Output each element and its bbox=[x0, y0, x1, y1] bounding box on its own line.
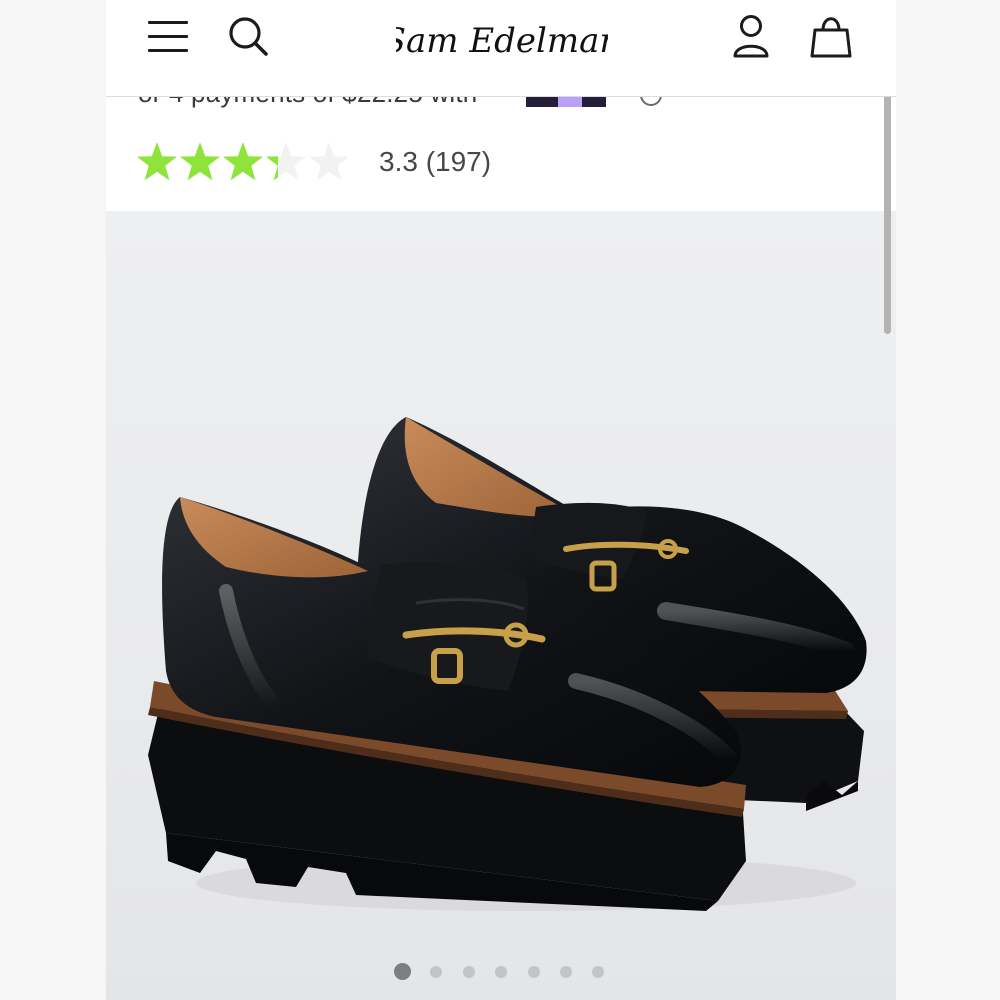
product-page: or 4 payments of $22.25 with Sam Edelman bbox=[106, 0, 896, 1000]
rating-summary: 3.3 (197) bbox=[379, 146, 492, 177]
search-icon[interactable] bbox=[226, 14, 272, 60]
star-icon-empty bbox=[309, 142, 349, 181]
gallery-dot-6[interactable] bbox=[560, 966, 572, 978]
right-margin bbox=[896, 0, 1000, 1000]
gallery-dot-4[interactable] bbox=[495, 966, 507, 978]
product-image bbox=[148, 417, 867, 911]
site-header: Sam Edelman bbox=[106, 0, 896, 97]
product-image-gallery[interactable] bbox=[106, 211, 896, 1000]
gallery-dot-2[interactable] bbox=[430, 966, 442, 978]
star-icon-partial bbox=[266, 142, 306, 181]
brand-name: Sam Edelman bbox=[396, 21, 608, 61]
account-icon[interactable] bbox=[726, 12, 776, 60]
gallery-pagination bbox=[394, 963, 614, 983]
shopping-bag-icon[interactable] bbox=[806, 12, 856, 60]
star-icon-full bbox=[137, 142, 177, 181]
gallery-dot-3[interactable] bbox=[463, 966, 475, 978]
product-rating[interactable]: 3.3 (197) bbox=[136, 140, 556, 184]
brand-logo[interactable]: Sam Edelman bbox=[383, 6, 622, 72]
star-icon-full bbox=[223, 142, 263, 181]
star-icon-full bbox=[180, 142, 220, 181]
gallery-dot-7[interactable] bbox=[592, 966, 604, 978]
gallery-dot-5[interactable] bbox=[528, 966, 540, 978]
gallery-dot-1[interactable] bbox=[394, 963, 411, 980]
hamburger-menu-icon[interactable] bbox=[146, 16, 190, 56]
left-margin bbox=[0, 0, 106, 1000]
star-rating bbox=[137, 142, 349, 181]
brand-logo-wordmark: Sam Edelman bbox=[383, 21, 622, 61]
